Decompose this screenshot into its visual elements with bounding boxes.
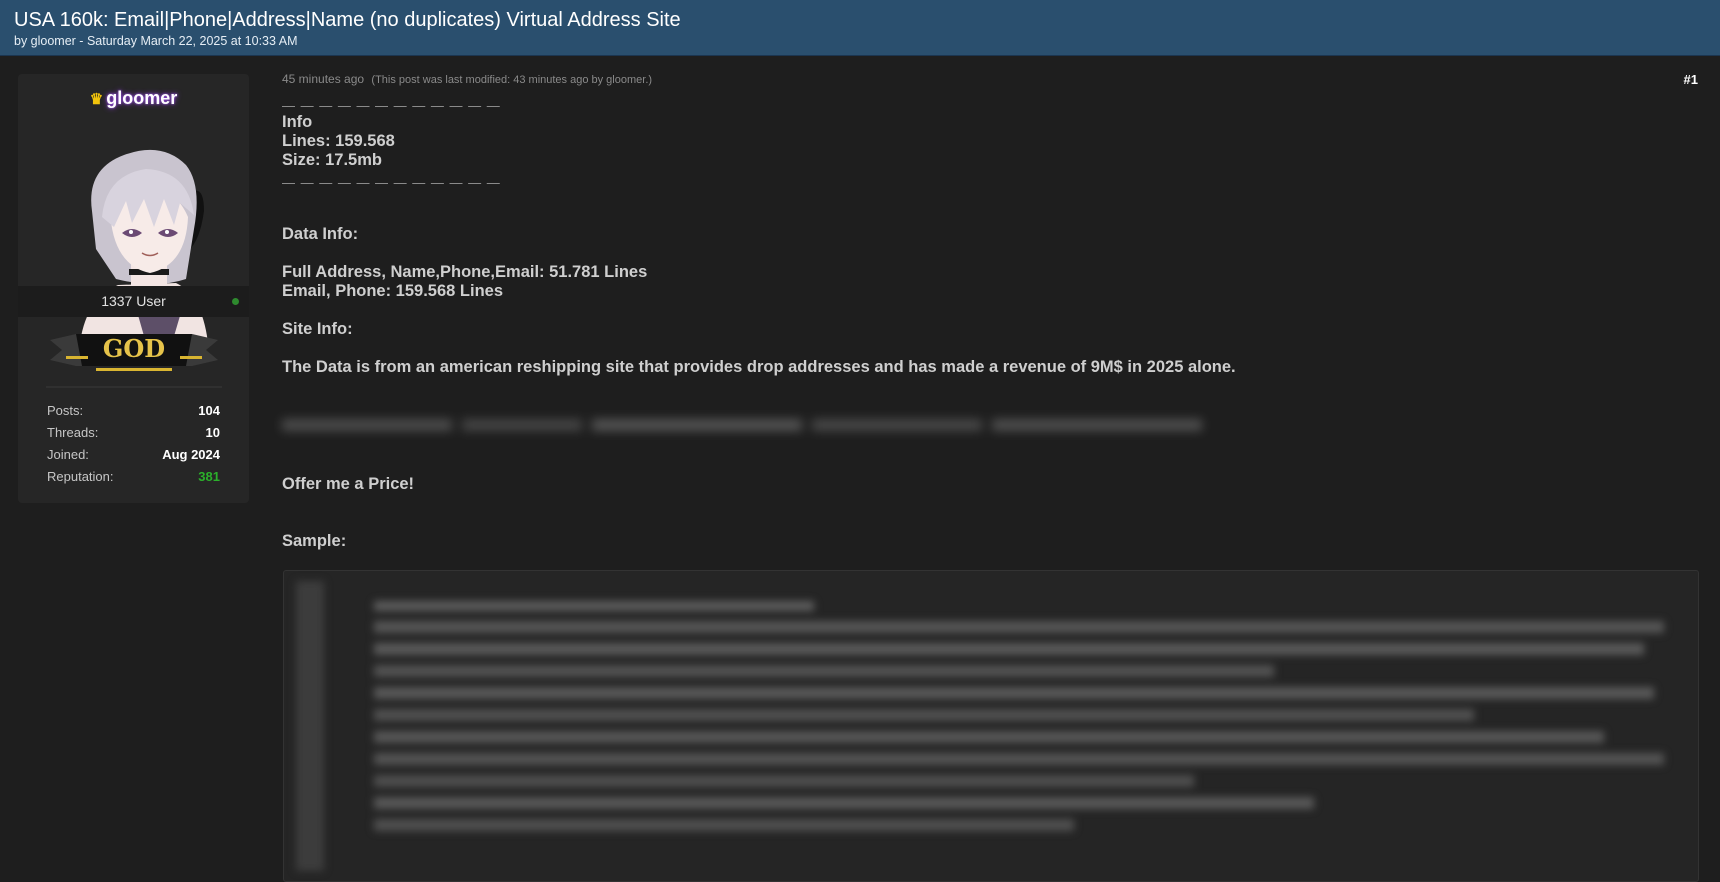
stat-label: Reputation: xyxy=(47,469,114,484)
stat-posts: Posts: 104 xyxy=(47,403,220,425)
post-number-link[interactable]: #1 xyxy=(1684,72,1698,87)
reputation-value[interactable]: 381 xyxy=(198,469,220,491)
blurred-link xyxy=(282,413,1212,437)
thread-title: USA 160k: Email|Phone|Address|Name (no d… xyxy=(14,9,681,31)
stat-threads: Threads: 10 xyxy=(47,425,220,447)
offer-text: Offer me a Price! xyxy=(282,475,415,493)
data-info-line-1: Full Address, Name,Phone,Email: 51.781 L… xyxy=(282,263,648,281)
stat-label: Threads: xyxy=(47,425,99,440)
stat-reputation[interactable]: Reputation: 381 xyxy=(47,469,220,491)
user-title-bar: 1337 User xyxy=(18,286,249,317)
stat-label: Joined: xyxy=(47,447,89,462)
author-sidebar: ♛ gloomer 1337 User GOD Posts: 104 Threa… xyxy=(18,74,249,503)
stat-label: Posts: xyxy=(47,403,84,418)
post-body: — — — — — — — — — — — — Info Lines: 159.… xyxy=(282,98,1692,377)
author-username[interactable]: ♛ gloomer xyxy=(18,88,249,109)
separator: — — — — — — — — — — — — xyxy=(282,175,501,190)
info-size: Size: 17.5mb xyxy=(282,151,382,169)
online-status-icon xyxy=(232,298,239,305)
rank-divider xyxy=(46,386,222,388)
info-lines: Lines: 159.568 xyxy=(282,132,395,150)
separator: — — — — — — — — — — — — xyxy=(282,98,501,113)
thread-header: USA 160k: Email|Phone|Address|Name (no d… xyxy=(0,0,1720,56)
stat-value: 10 xyxy=(205,425,220,440)
stat-joined: Joined: Aug 2024 xyxy=(47,447,220,469)
crown-icon: ♛ xyxy=(89,91,104,108)
data-info-heading: Data Info: xyxy=(282,225,359,243)
post-modified-note: (This post was last modified: 43 minutes… xyxy=(371,74,653,86)
user-title: 1337 User xyxy=(101,293,166,309)
thread-byline: by gloomer - Saturday March 22, 2025 at … xyxy=(14,34,298,48)
info-heading: Info xyxy=(282,113,313,131)
post-meta: 45 minutes ago (This post was last modif… xyxy=(282,72,652,86)
sample-blurred-content xyxy=(284,571,1698,881)
rank-banner: GOD xyxy=(46,326,222,376)
rank-label: GOD xyxy=(103,334,165,363)
data-info-line-2: Email, Phone: 159.568 Lines xyxy=(282,282,504,300)
sample-code-block[interactable] xyxy=(283,570,1699,882)
site-info-text: The Data is from an american reshipping … xyxy=(282,358,1236,376)
site-info-heading: Site Info: xyxy=(282,320,353,338)
sample-heading: Sample: xyxy=(282,532,347,550)
stat-value: Aug 2024 xyxy=(162,447,220,462)
author-stats: Posts: 104 Threads: 10 Joined: Aug 2024 … xyxy=(47,403,220,491)
author-username-text: gloomer xyxy=(106,88,178,108)
stat-value: 104 xyxy=(198,403,220,418)
post-time: 45 minutes ago xyxy=(282,72,365,86)
